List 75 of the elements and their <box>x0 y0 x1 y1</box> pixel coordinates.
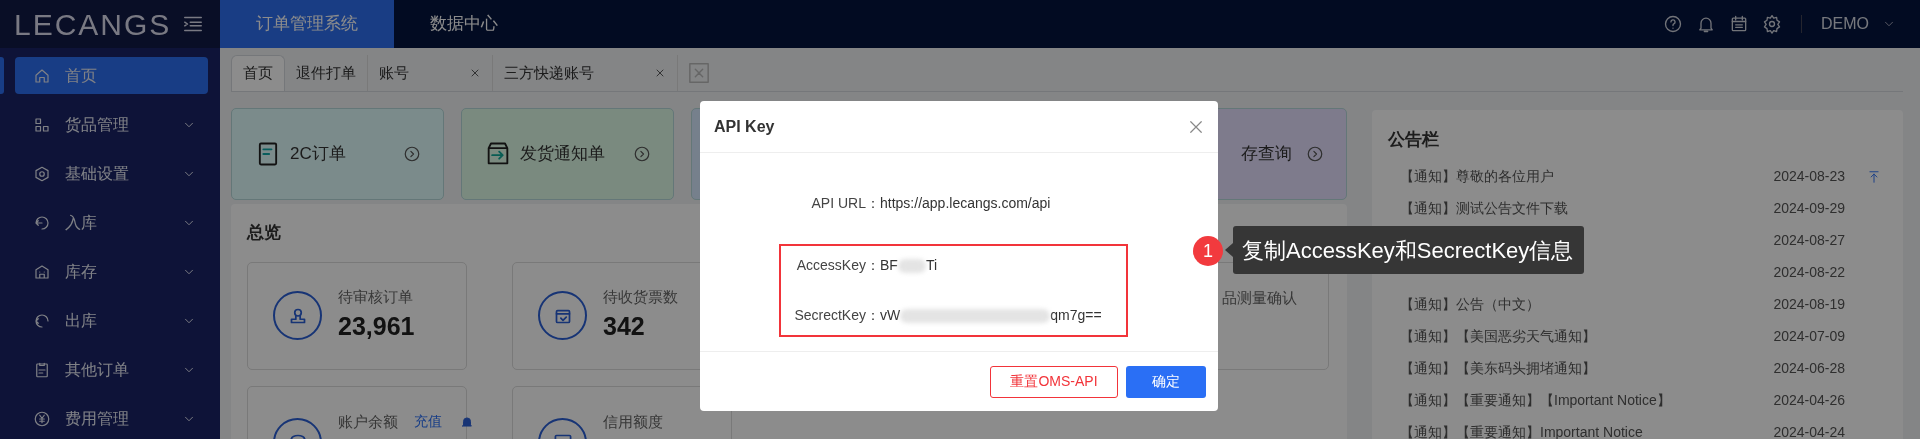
section-title: 总览 <box>247 222 282 244</box>
dialog-title: API Key <box>714 116 775 137</box>
notice-title[interactable]: 【通知】【重要通知】Important Notice <box>1400 422 1643 439</box>
reset-button[interactable]: 重置OMS-API <box>990 365 1118 398</box>
tab[interactable]: 三方快递账号 <box>493 55 678 91</box>
panel-title: 公告栏 <box>1387 129 1440 151</box>
shortcut-card[interactable]: 2C订单 <box>231 108 444 200</box>
stat-label: 信用额度 <box>603 411 663 432</box>
notice-date: 2024-06-28 <box>1773 359 1845 378</box>
notice-date: 2024-09-29 <box>1773 199 1845 218</box>
tab[interactable]: 首页 <box>231 55 285 91</box>
notice-date: 2024-08-19 <box>1773 295 1845 314</box>
system-tab[interactable]: 订单管理系统 <box>220 0 394 48</box>
close-icon[interactable] <box>469 67 481 79</box>
stat-label: 待审核订单 <box>338 286 413 307</box>
notice-date: 2024-04-24 <box>1773 423 1845 439</box>
system-tab[interactable]: 数据中心 <box>394 0 534 48</box>
notice-date: 2024-07-09 <box>1773 327 1845 346</box>
logo: LECANGS <box>13 6 172 43</box>
stat-value: 342 <box>603 311 646 342</box>
shortcut-label: 存查询 <box>1241 143 1292 166</box>
bell-icon <box>460 414 474 429</box>
yen-coin-icon <box>33 409 51 428</box>
notice-title[interactable]: 【通知】公告（中文） <box>1400 294 1540 315</box>
clipboard-icon <box>33 360 51 379</box>
sidebar-item[interactable]: 首页 <box>15 57 208 94</box>
shortcut-card[interactable]: 发货通知单 <box>461 108 674 200</box>
notice-date: 2024-08-27 <box>1773 231 1845 250</box>
key-value-start: vW <box>880 306 901 325</box>
recharge-link[interactable]: 充值 <box>414 411 442 433</box>
grid-icon <box>33 115 51 134</box>
field-label: SecrectKey： <box>793 306 880 325</box>
key-value-start: BF <box>880 256 898 275</box>
user-menu[interactable]: DEMO <box>1821 12 1869 36</box>
field-label: AccessKey： <box>795 256 880 275</box>
notice-title[interactable]: 【通知】【重要通知】【Important Notice】 <box>1400 390 1671 411</box>
sidebar-item[interactable]: 费用管理 <box>15 400 208 437</box>
calendar-icon[interactable] <box>1729 14 1749 34</box>
field-label: API URL： <box>810 194 880 213</box>
notice-title[interactable]: 【通知】【美东码头拥堵通知】 <box>1400 358 1596 379</box>
stat-label: 待收货票数 <box>603 286 678 307</box>
shortcut-label: 发货通知单 <box>520 143 605 166</box>
redaction-blur <box>897 258 926 273</box>
arrow-circle-icon <box>633 145 651 163</box>
notice-title[interactable]: 【通知】测试公告文件下载 <box>1400 198 1568 219</box>
notice-date: 2024-08-22 <box>1773 263 1845 282</box>
notice-date: 2024-04-26 <box>1773 391 1845 410</box>
stat-label: 账户余额 <box>338 411 398 432</box>
stat-value: 23,961 <box>338 311 415 342</box>
inbound-arrow-icon <box>33 213 51 232</box>
field-value: https://app.lecangs.com/api <box>880 194 1051 213</box>
sidebar-item[interactable]: 出库 <box>15 302 208 339</box>
annotation-tooltip: 复制AccessKey和SecrectKey信息 <box>1225 226 1585 274</box>
tab[interactable]: 账号 <box>368 55 493 91</box>
sidebar-item[interactable]: 基础设置 <box>15 155 208 192</box>
arrow-circle-icon <box>1306 145 1324 163</box>
arrow-circle-icon <box>403 145 421 163</box>
key-value-end: qm7g== <box>1050 306 1102 325</box>
close-icon[interactable] <box>654 67 666 79</box>
sidebar-item[interactable]: 货品管理 <box>15 106 208 143</box>
stat-label: 品测量确认 <box>1222 287 1297 308</box>
settings-icon[interactable] <box>1762 14 1782 34</box>
notice-date: 2024-08-23 <box>1773 167 1845 186</box>
hexagon-icon <box>33 164 51 183</box>
key-value-end: Ti <box>925 256 938 275</box>
active-indicator <box>0 57 4 94</box>
help-icon[interactable] <box>1663 14 1683 34</box>
notice-title[interactable]: 【通知】尊敬的各位用户 <box>1400 166 1554 187</box>
sidebar-item[interactable]: 入库 <box>15 204 208 241</box>
sidebar-item[interactable]: 其他订单 <box>15 351 208 388</box>
sidebar-item[interactable]: 库存 <box>15 253 208 290</box>
tab[interactable]: 退件打单 <box>285 55 368 91</box>
shortcut-label: 2C订单 <box>290 143 346 166</box>
notice-title[interactable]: 【通知】【美国恶劣天气通知】 <box>1400 326 1596 347</box>
confirm-button[interactable]: 确定 <box>1126 365 1206 398</box>
